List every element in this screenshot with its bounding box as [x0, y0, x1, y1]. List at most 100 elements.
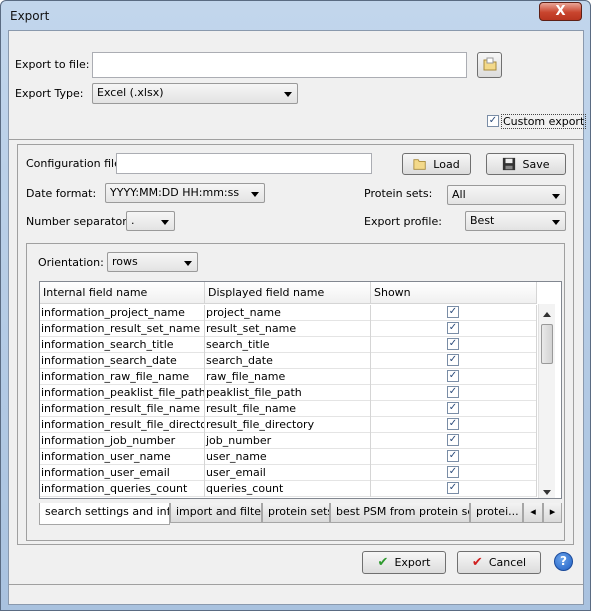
- table-row[interactable]: information_search_date search_date ✓: [40, 353, 537, 369]
- status-divider: [9, 584, 583, 585]
- internal-field-cell[interactable]: information_queries_count: [40, 481, 205, 497]
- table-row[interactable]: information_user_name user_name ✓: [40, 449, 537, 465]
- configuration-file-input[interactable]: [116, 153, 372, 174]
- export-type-select[interactable]: Excel (.xlsx): [92, 83, 298, 104]
- table-row[interactable]: information_search_title search_title ✓: [40, 337, 537, 353]
- internal-field-cell[interactable]: information_project_name: [40, 305, 205, 321]
- internal-field-cell[interactable]: information_raw_file_name: [40, 369, 205, 385]
- chevron-down-icon: [552, 194, 560, 199]
- displayed-field-cell[interactable]: job_number: [205, 433, 371, 449]
- close-button[interactable]: X: [539, 2, 582, 21]
- load-label: Load: [433, 157, 460, 171]
- column-header-displayed[interactable]: Displayed field name: [205, 282, 371, 304]
- date-format-value: YYYY:MM:DD HH:mm:ss: [110, 186, 240, 199]
- internal-field-cell[interactable]: information_result_set_name: [40, 321, 205, 337]
- tab-search-settings[interactable]: search settings and infos: [39, 503, 170, 525]
- custom-export-label[interactable]: Custom export: [501, 114, 587, 129]
- number-separator-label: Number separator:: [26, 215, 131, 228]
- vertical-scrollbar[interactable]: [538, 304, 555, 498]
- shown-checkbox[interactable]: ✓: [447, 450, 459, 462]
- protein-sets-select[interactable]: All: [447, 185, 566, 205]
- tab-proteins[interactable]: protei...: [470, 503, 523, 523]
- table-row[interactable]: information_result_file_name result_file_…: [40, 401, 537, 417]
- orientation-select[interactable]: rows: [107, 252, 198, 272]
- table-row[interactable]: information_peaklist_file_path peaklist_f…: [40, 385, 537, 401]
- column-header-internal[interactable]: Internal field name: [40, 282, 205, 304]
- tab-best-psm[interactable]: best PSM from protein sets: [330, 503, 470, 523]
- displayed-field-cell[interactable]: raw_file_name: [205, 369, 371, 385]
- scrollbar-thumb[interactable]: [541, 324, 553, 364]
- window-title: Export: [10, 9, 50, 23]
- displayed-field-cell[interactable]: user_name: [205, 449, 371, 465]
- chevron-down-icon: [184, 261, 192, 266]
- tab-scroll-left-icon[interactable]: ◂: [523, 503, 543, 523]
- shown-checkbox[interactable]: ✓: [447, 354, 459, 366]
- internal-field-cell[interactable]: information_result_file_name: [40, 401, 205, 417]
- internal-field-cell[interactable]: information_job_number: [40, 433, 205, 449]
- table-row[interactable]: information_user_email user_email ✓: [40, 465, 537, 481]
- displayed-field-cell[interactable]: project_name: [205, 305, 371, 321]
- export-profile-select[interactable]: Best: [465, 211, 566, 231]
- shown-checkbox[interactable]: ✓: [447, 338, 459, 350]
- shown-checkbox[interactable]: ✓: [447, 322, 459, 334]
- load-button[interactable]: Load: [402, 153, 471, 175]
- export-file-input[interactable]: [92, 52, 467, 78]
- displayed-field-cell[interactable]: result_set_name: [205, 321, 371, 337]
- tab-scroll-right-icon[interactable]: ▸: [543, 503, 562, 523]
- custom-export-checkbox[interactable]: ✓: [487, 115, 499, 127]
- table-header: Internal field name Displayed field name…: [40, 282, 537, 304]
- folder-icon: [483, 57, 496, 71]
- table-row[interactable]: information_result_file_directory result_…: [40, 417, 537, 433]
- shown-checkbox[interactable]: ✓: [447, 482, 459, 494]
- chevron-down-icon: [161, 220, 169, 225]
- protein-sets-label: Protein sets:: [364, 187, 433, 200]
- chevron-down-icon: [284, 92, 292, 97]
- fields-table[interactable]: Internal field name Displayed field name…: [39, 281, 562, 499]
- internal-field-cell[interactable]: information_user_name: [40, 449, 205, 465]
- internal-field-cell[interactable]: information_search_title: [40, 337, 205, 353]
- export-to-file-label: Export to file:: [15, 58, 90, 71]
- shown-checkbox[interactable]: ✓: [447, 466, 459, 478]
- shown-checkbox[interactable]: ✓: [447, 402, 459, 414]
- displayed-field-cell[interactable]: result_file_directory: [205, 417, 371, 433]
- internal-field-cell[interactable]: information_result_file_directory: [40, 417, 205, 433]
- tab-import-filters[interactable]: import and filters: [170, 503, 262, 523]
- table-row[interactable]: information_project_name project_name ✓: [40, 305, 537, 321]
- title-bar[interactable]: Export X: [1, 1, 590, 30]
- date-format-label: Date format:: [26, 187, 97, 200]
- protein-sets-value: All: [452, 188, 466, 201]
- internal-field-cell[interactable]: information_user_email: [40, 465, 205, 481]
- column-header-shown[interactable]: Shown: [371, 282, 537, 304]
- shown-checkbox[interactable]: ✓: [447, 418, 459, 430]
- tab-protein-sets[interactable]: protein sets: [262, 503, 330, 523]
- displayed-field-cell[interactable]: peaklist_file_path: [205, 385, 371, 401]
- displayed-field-cell[interactable]: search_title: [205, 337, 371, 353]
- export-button[interactable]: ✔ Export: [362, 551, 446, 574]
- date-format-select[interactable]: YYYY:MM:DD HH:mm:ss: [105, 183, 265, 203]
- cancel-button[interactable]: ✔ Cancel: [457, 551, 541, 574]
- shown-cell: ✓: [371, 449, 537, 465]
- shown-checkbox[interactable]: ✓: [447, 370, 459, 382]
- table-row[interactable]: information_job_number job_number ✓: [40, 433, 537, 449]
- table-row[interactable]: information_queries_count queries_count ✓: [40, 481, 537, 497]
- save-button[interactable]: Save: [486, 153, 566, 175]
- internal-field-cell[interactable]: information_peaklist_file_path: [40, 385, 205, 401]
- table-row[interactable]: information_raw_file_name raw_file_name ✓: [40, 369, 537, 385]
- displayed-field-cell[interactable]: search_date: [205, 353, 371, 369]
- internal-field-cell[interactable]: information_search_date: [40, 353, 205, 369]
- number-separator-value: .: [131, 214, 135, 227]
- browse-file-button[interactable]: [477, 52, 502, 78]
- help-button[interactable]: ?: [554, 552, 573, 571]
- shown-checkbox[interactable]: ✓: [447, 386, 459, 398]
- cancel-label: Cancel: [488, 556, 527, 569]
- shown-checkbox[interactable]: ✓: [447, 306, 459, 318]
- table-row[interactable]: information_result_set_name result_set_na…: [40, 321, 537, 337]
- displayed-field-cell[interactable]: result_file_name: [205, 401, 371, 417]
- shown-checkbox[interactable]: ✓: [447, 434, 459, 446]
- displayed-field-cell[interactable]: queries_count: [205, 481, 371, 497]
- scroll-down-icon[interactable]: [543, 490, 551, 495]
- number-separator-select[interactable]: .: [126, 211, 175, 231]
- displayed-field-cell[interactable]: user_email: [205, 465, 371, 481]
- scroll-up-icon[interactable]: [543, 312, 551, 317]
- export-profile-label: Export profile:: [364, 215, 442, 228]
